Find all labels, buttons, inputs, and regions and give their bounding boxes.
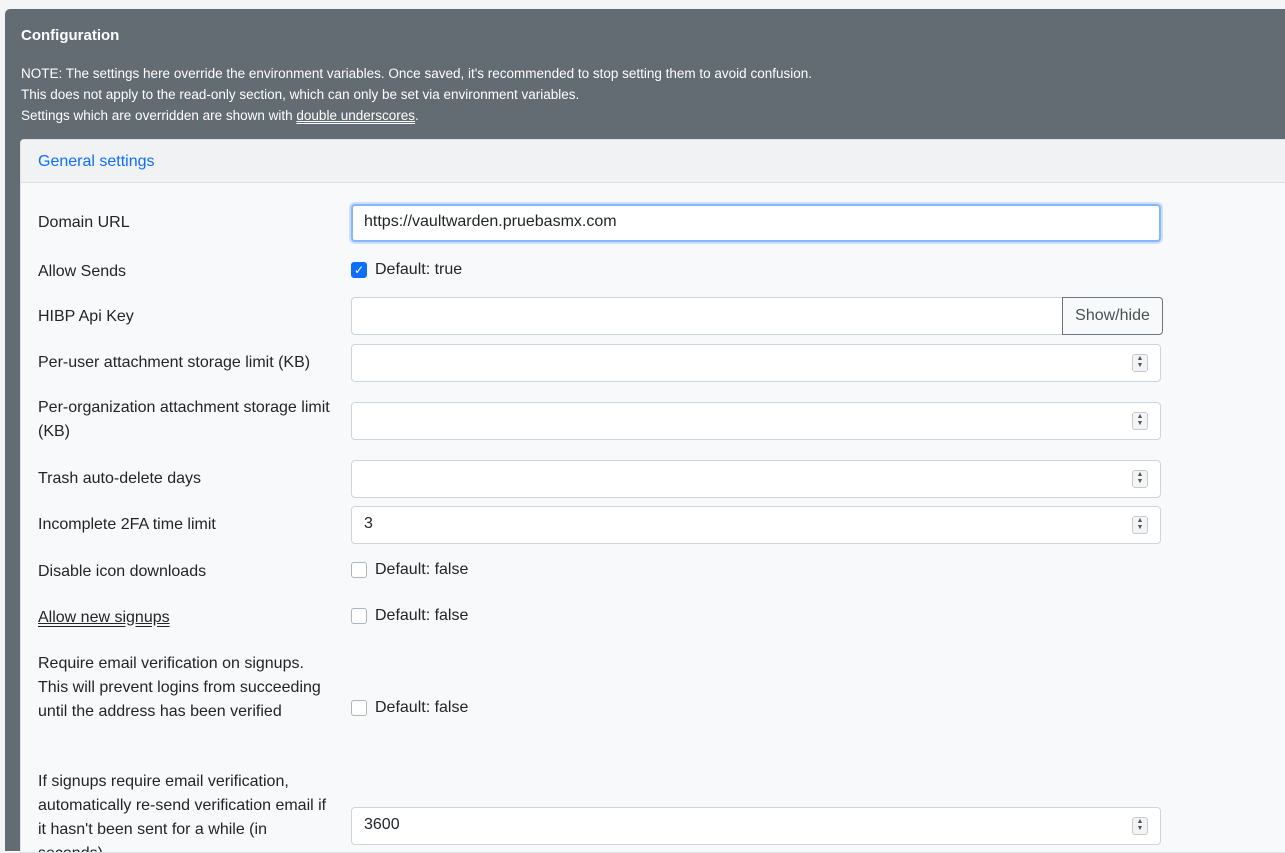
configuration-panel: Configuration NOTE: The settings here ov… [5, 9, 1285, 853]
trash-auto-delete-label: Trash auto-delete days [38, 470, 202, 487]
panel-title: Configuration [21, 27, 120, 44]
note-line-2: This does not apply to the read-only sec… [21, 87, 580, 102]
disable-icon-downloads-default: Default: false [375, 561, 469, 578]
allow-sends-checkbox[interactable]: ✓ [351, 262, 367, 278]
double-underscores-example: double underscores [296, 108, 415, 123]
override-note: NOTE: The settings here override the env… [21, 63, 812, 126]
require-email-verification-checkbox[interactable] [351, 700, 367, 716]
incomplete-2fa-input[interactable]: 3 ▲ ▼ [351, 506, 1161, 544]
resend-verification-label: If signups require email verification, a… [38, 773, 327, 852]
require-email-verification-label: Require email verification on signups. T… [38, 655, 321, 720]
spinner-icon[interactable]: ▲ ▼ [1132, 412, 1148, 430]
org-attachment-limit-input[interactable]: ▲ ▼ [351, 402, 1161, 440]
domain-url-label: Domain URL [38, 214, 130, 231]
allow-sends-default: Default: true [375, 261, 463, 278]
disable-icon-downloads-checkbox[interactable] [351, 562, 367, 578]
show-hide-button[interactable]: Show/hide [1062, 297, 1163, 335]
disable-icon-downloads-label: Disable icon downloads [38, 563, 207, 580]
allow-new-signups-checkbox[interactable] [351, 608, 367, 624]
org-attachment-limit-label: Per-organization attachment storage limi… [38, 399, 330, 440]
require-email-verification-default: Default: false [375, 699, 469, 716]
spinner-icon[interactable]: ▲ ▼ [1132, 470, 1148, 488]
resend-verification-value: 3600 [364, 816, 400, 833]
allow-sends-label: Allow Sends [38, 263, 127, 280]
general-settings-toggle[interactable]: General settings [38, 153, 155, 171]
incomplete-2fa-value: 3 [364, 515, 373, 532]
user-attachment-limit-input[interactable]: ▲ ▼ [351, 344, 1161, 382]
allow-new-signups-default: Default: false [375, 607, 469, 624]
note-line-3-prefix: Settings which are overridden are shown … [21, 108, 297, 123]
hibp-api-key-label: HIBP Api Key [38, 308, 134, 325]
note-line-3-suffix: . [415, 108, 419, 123]
general-settings-card: General settings Domain URL https://vaul… [20, 139, 1285, 853]
spinner-icon[interactable]: ▲ ▼ [1132, 817, 1148, 835]
spinner-icon[interactable]: ▲ ▼ [1132, 516, 1148, 534]
allow-new-signups-label: Allow new signups [38, 609, 170, 626]
incomplete-2fa-label: Incomplete 2FA time limit [38, 516, 216, 533]
user-attachment-limit-label: Per-user attachment storage limit (KB) [38, 354, 311, 371]
trash-auto-delete-input[interactable]: ▲ ▼ [351, 460, 1161, 498]
card-header: General settings [21, 140, 1285, 183]
note-line-3: Settings which are overridden are shown … [21, 105, 812, 126]
resend-verification-input[interactable]: 3600 ▲ ▼ [351, 807, 1161, 845]
hibp-api-key-input[interactable] [351, 297, 1063, 335]
note-line-1: NOTE: The settings here override the env… [21, 66, 812, 81]
domain-url-input[interactable]: https://vaultwarden.pruebasmx.com [351, 204, 1161, 242]
spinner-icon[interactable]: ▲ ▼ [1132, 354, 1148, 372]
